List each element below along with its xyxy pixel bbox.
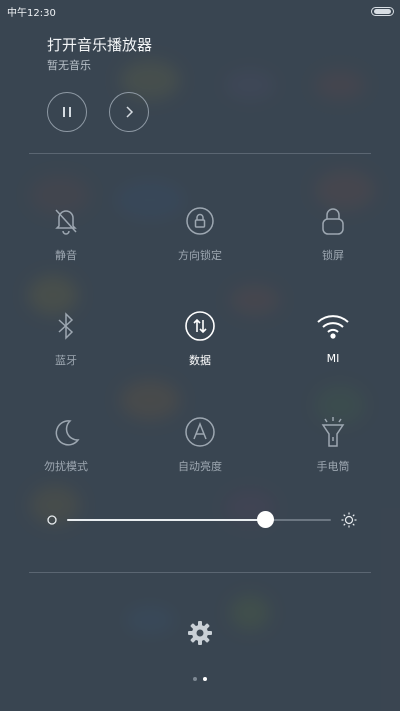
next-button[interactable] <box>109 92 149 132</box>
toggle-lock-screen[interactable]: 锁屏 <box>273 201 393 263</box>
music-player-title[interactable]: 打开音乐播放器 <box>47 34 152 55</box>
pause-button[interactable] <box>47 92 87 132</box>
toggle-flashlight[interactable]: 手电筒 <box>273 412 393 474</box>
toggle-label: 数据 <box>189 354 211 367</box>
toggle-rotation-lock[interactable]: 方向锁定 <box>140 201 260 263</box>
pause-icon <box>63 107 71 117</box>
page-dot-active[interactable] <box>203 677 207 681</box>
divider <box>29 572 371 573</box>
settings-button[interactable] <box>185 618 215 648</box>
rotation-lock-icon <box>180 201 220 241</box>
brightness-high-icon <box>341 512 357 528</box>
toggle-bluetooth[interactable]: 蓝牙 <box>6 306 126 368</box>
status-bar: 中午12:30 <box>0 0 400 22</box>
toggle-label: 方向锁定 <box>178 249 222 262</box>
moon-icon <box>46 412 86 452</box>
toggle-mute[interactable]: 静音 <box>6 201 126 263</box>
flashlight-icon <box>313 412 353 452</box>
brightness-slider[interactable] <box>47 508 357 532</box>
toggle-label: 静音 <box>55 249 77 262</box>
gear-icon <box>188 621 212 645</box>
lock-icon <box>313 201 353 241</box>
toggle-do-not-disturb[interactable]: 勿扰模式 <box>6 412 126 474</box>
brightness-fill <box>67 519 265 521</box>
page-dot[interactable] <box>193 677 197 681</box>
bluetooth-icon <box>46 306 86 346</box>
toggle-label: 自动亮度 <box>178 460 222 473</box>
toggle-label: 蓝牙 <box>55 354 77 367</box>
wifi-icon <box>313 306 353 346</box>
toggle-mobile-data[interactable]: 数据 <box>140 306 260 368</box>
chevron-right-icon <box>126 106 134 118</box>
page-indicator <box>0 677 400 681</box>
toggle-wifi[interactable]: MI <box>273 306 393 365</box>
music-status: 暂无音乐 <box>47 59 91 72</box>
toggle-auto-brightness[interactable]: 自动亮度 <box>140 412 260 474</box>
battery-icon <box>371 6 394 16</box>
brightness-thumb[interactable] <box>256 511 274 528</box>
mobile-data-icon <box>180 306 220 346</box>
brightness-low-icon <box>47 515 57 525</box>
divider <box>29 153 371 154</box>
bell-off-icon <box>46 201 86 241</box>
toggle-label: 勿扰模式 <box>44 460 88 473</box>
toggle-label: MI <box>326 352 340 365</box>
toggle-label: 锁屏 <box>322 249 344 262</box>
status-time: 中午12:30 <box>7 7 56 19</box>
auto-brightness-icon <box>180 412 220 452</box>
toggle-label: 手电筒 <box>316 460 350 473</box>
